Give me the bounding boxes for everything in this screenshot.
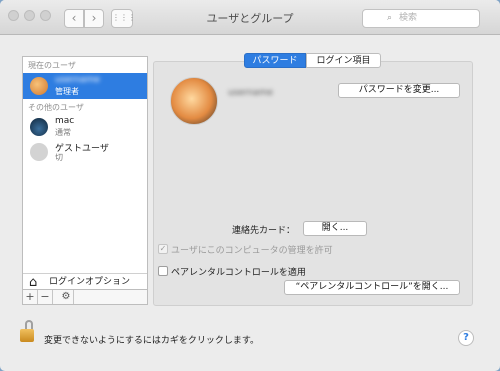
help-button[interactable]: ? xyxy=(458,330,474,346)
user-mac[interactable]: mac 通常 xyxy=(23,114,147,140)
tab-login-items[interactable]: ログイン項目 xyxy=(306,53,381,68)
lock-message: 変更できないようにするにはカギをクリックします。 xyxy=(44,336,260,346)
contacts-card-label: 連絡先カード： xyxy=(232,226,296,236)
admin-checkbox-label: ユーザにこのコンピュータの管理を許可 xyxy=(171,246,333,256)
search-field[interactable]: ⌕ 検索 xyxy=(362,9,480,28)
open-parental-button[interactable]: “ペアレンタルコントロール”を開く... xyxy=(284,280,460,295)
user-list: 現在のユーザ username 管理者 その他のユーザ mac 通常 ゲストユー… xyxy=(22,56,148,290)
admin-checkbox[interactable]: ✓ xyxy=(158,244,168,254)
user-role: 通常 xyxy=(55,128,71,137)
titlebar: ‹ › ⋮⋮⋮ ユーザとグループ ⌕ 検索 xyxy=(0,0,500,35)
current-user-role: 管理者 xyxy=(55,87,79,96)
gear-icon[interactable]: ⚙ xyxy=(59,290,74,304)
current-user-name: username xyxy=(55,75,100,85)
window: ‹ › ⋮⋮⋮ ユーザとグループ ⌕ 検索 現在のユーザ username 管理… xyxy=(0,0,500,371)
user-avatar xyxy=(30,118,48,136)
user-role: 切 xyxy=(55,153,63,162)
house-icon: ⌂ xyxy=(29,275,38,290)
search-icon: ⌕ xyxy=(387,13,393,23)
back-button[interactable]: ‹ xyxy=(64,9,84,28)
user-name: mac xyxy=(55,116,75,126)
open-contacts-button[interactable]: 開く... xyxy=(303,221,367,236)
grid-icon: ⋮⋮⋮ xyxy=(112,13,136,22)
minimize-button[interactable] xyxy=(24,10,35,21)
user-list-controls: + − ⚙ xyxy=(22,290,148,305)
search-placeholder: 検索 xyxy=(399,13,418,23)
window-title: ユーザとグループ xyxy=(206,12,294,25)
user-guest[interactable]: ゲストユーザ 切 xyxy=(23,139,147,165)
forward-button[interactable]: › xyxy=(84,9,104,28)
login-options-item[interactable]: ⌂ ログインオプション xyxy=(23,273,147,291)
footer: 変更できないようにするにはカギをクリックします。 ? xyxy=(0,306,500,371)
grid-button[interactable]: ⋮⋮⋮ xyxy=(111,9,136,28)
detail-username: username xyxy=(228,88,273,98)
change-password-button[interactable]: パスワードを変更... xyxy=(338,83,460,98)
zoom-button[interactable] xyxy=(40,10,51,21)
parental-checkbox[interactable] xyxy=(158,266,168,276)
close-button[interactable] xyxy=(8,10,19,21)
other-users-header: その他のユーザ xyxy=(28,103,84,112)
add-user-button[interactable]: + xyxy=(23,290,38,304)
login-options-label: ログインオプション xyxy=(49,277,131,287)
user-avatar xyxy=(30,77,48,95)
guest-avatar-icon xyxy=(30,143,48,161)
tab-password[interactable]: パスワード xyxy=(244,53,306,68)
user-current[interactable]: username 管理者 xyxy=(23,73,147,99)
user-picture[interactable] xyxy=(170,77,218,125)
current-users-header: 現在のユーザ xyxy=(28,61,76,70)
parental-checkbox-label: ペアレンタルコントロールを適用 xyxy=(171,268,306,278)
remove-user-button[interactable]: − xyxy=(38,290,53,304)
user-name: ゲストユーザ xyxy=(55,144,109,154)
lock-icon[interactable] xyxy=(20,320,36,344)
